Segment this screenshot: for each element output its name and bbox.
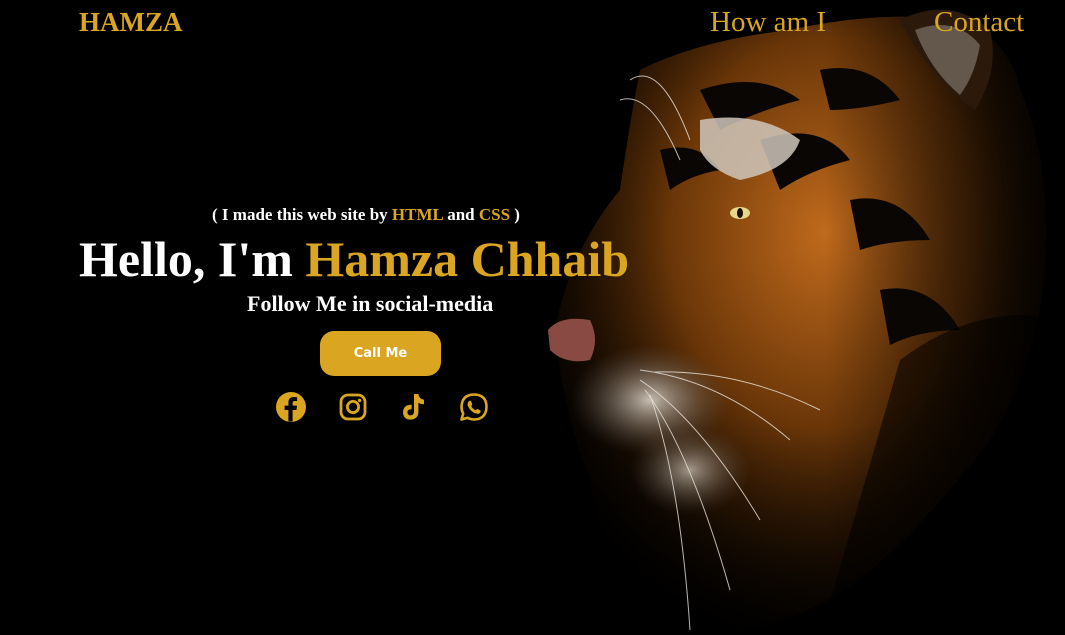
facebook-icon (276, 392, 306, 422)
whatsapp-link[interactable] (458, 391, 490, 423)
hero-background (0, 0, 1065, 635)
instagram-icon (339, 393, 367, 421)
nav-link-contact[interactable]: Contact (934, 5, 1024, 39)
made-note-open: ( I made this web site by (212, 205, 392, 224)
css-label: CSS (478, 205, 511, 224)
call-me-button[interactable]: Call Me (320, 331, 441, 376)
tiktok-link[interactable] (397, 391, 429, 423)
hero-name: Hamza Chhaib (305, 231, 630, 287)
made-with-note: ( I made this web site by HTML and CSS ) (212, 205, 520, 225)
tiktok-icon (403, 394, 424, 420)
html-label: HTML (391, 205, 443, 224)
facebook-link[interactable] (275, 391, 307, 423)
hero-title: Hello, I'm Hamza Chhaib (79, 230, 629, 288)
follow-text: Follow Me in social-media (247, 291, 494, 316)
tiger-image (548, 9, 1065, 635)
made-note-close: ) (510, 205, 520, 224)
instagram-link[interactable] (337, 391, 369, 423)
site-logo[interactable]: HAMZA (79, 6, 183, 38)
made-note-and: and (442, 205, 479, 224)
nav-link-how-am-i[interactable]: How am I (710, 5, 826, 39)
hero-title-prefix: Hello, I'm (79, 231, 306, 287)
whatsapp-icon (460, 393, 488, 421)
